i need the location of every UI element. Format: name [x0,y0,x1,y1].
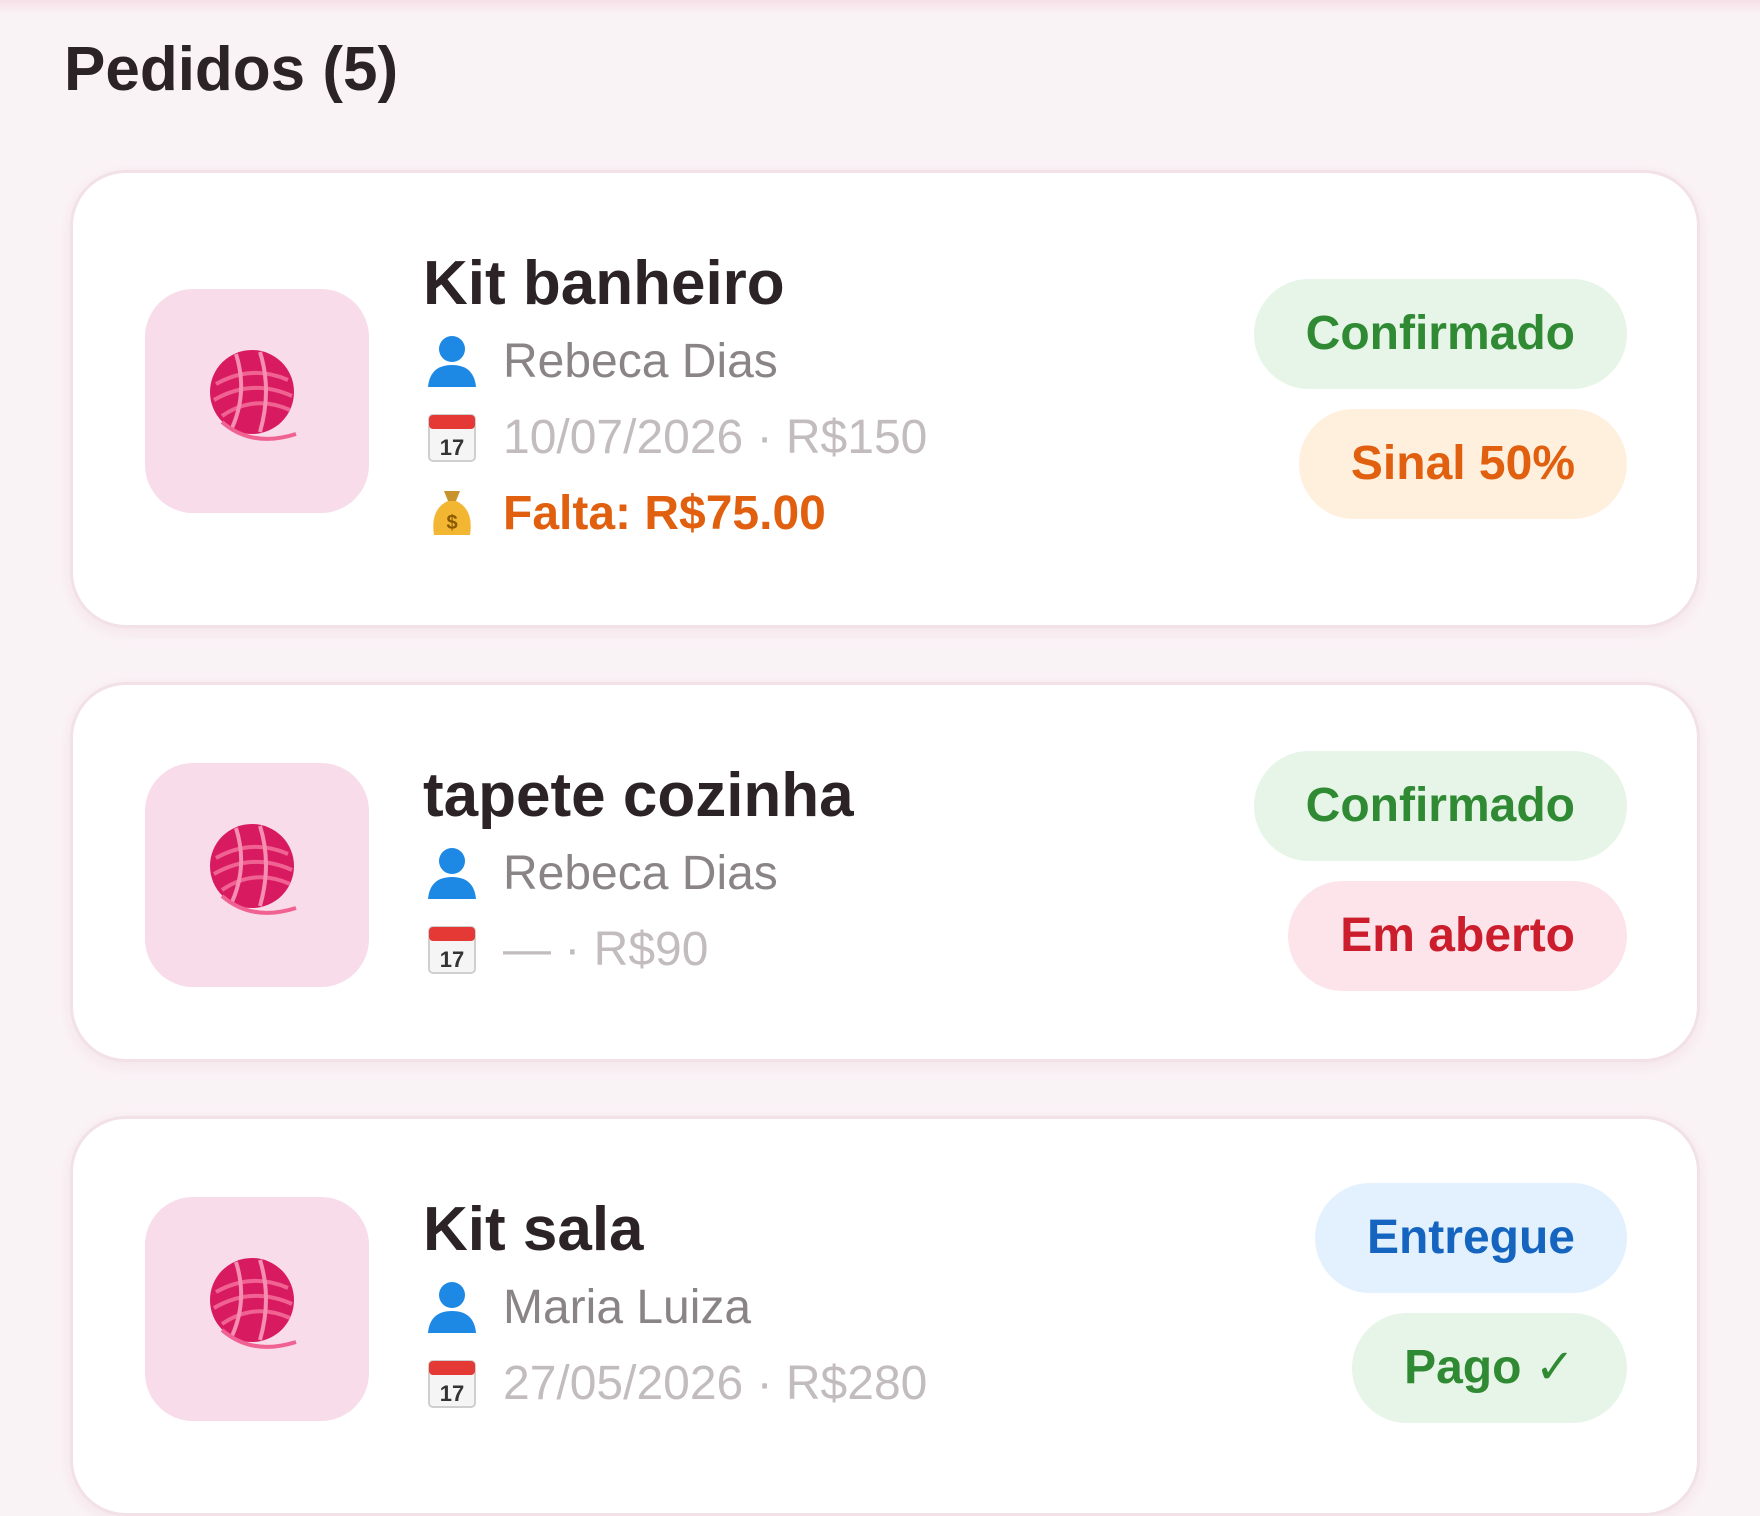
order-thumbnail [145,1197,369,1421]
order-date-price: — · R$90 [503,922,709,976]
order-card[interactable]: Kit sala Maria Luiza 17 27/05/2026 · R$2… [70,1116,1700,1516]
money-bag-icon: $ [423,484,481,542]
status-badge: Confirmado [1253,751,1627,861]
order-client: Maria Luiza [503,1280,752,1334]
order-title: Kit banheiro [423,249,785,318]
yarn-ball-icon [202,344,312,459]
order-date-price: 10/07/2026 · R$150 [503,410,928,464]
person-icon [423,1278,481,1336]
order-date-price: 27/05/2026 · R$280 [503,1356,928,1410]
person-icon [423,844,481,902]
status-badge: Confirmado [1253,279,1627,389]
order-client: Rebeca Dias [503,846,778,900]
svg-text:17: 17 [440,435,464,460]
payment-badge: Em aberto [1288,881,1627,991]
svg-text:17: 17 [440,1381,464,1406]
person-icon [423,332,481,390]
order-due-amount: Falta: R$75.00 [503,486,826,540]
yarn-ball-icon [202,818,312,933]
order-thumbnail [145,289,369,513]
status-badge: Entregue [1314,1183,1627,1293]
order-title: Kit sala [423,1195,644,1264]
svg-text:17: 17 [440,947,464,972]
calendar-icon: 17 [423,920,481,978]
svg-text:$: $ [446,512,457,534]
order-thumbnail [145,763,369,987]
yarn-ball-icon [202,1252,312,1367]
order-client: Rebeca Dias [503,334,778,388]
section-title: Pedidos (5) [64,35,399,104]
payment-badge: Sinal 50% [1298,409,1627,519]
calendar-icon: 17 [423,1354,481,1412]
order-card[interactable]: tapete cozinha Rebeca Dias 17 — · R$90 C… [70,682,1700,1062]
header-shadow [0,0,1760,14]
order-card[interactable]: Kit banheiro Rebeca Dias 17 10/07/2026 ·… [70,170,1700,628]
payment-badge: Pago ✓ [1352,1313,1627,1423]
order-title: tapete cozinha [423,761,854,830]
calendar-icon: 17 [423,408,481,466]
